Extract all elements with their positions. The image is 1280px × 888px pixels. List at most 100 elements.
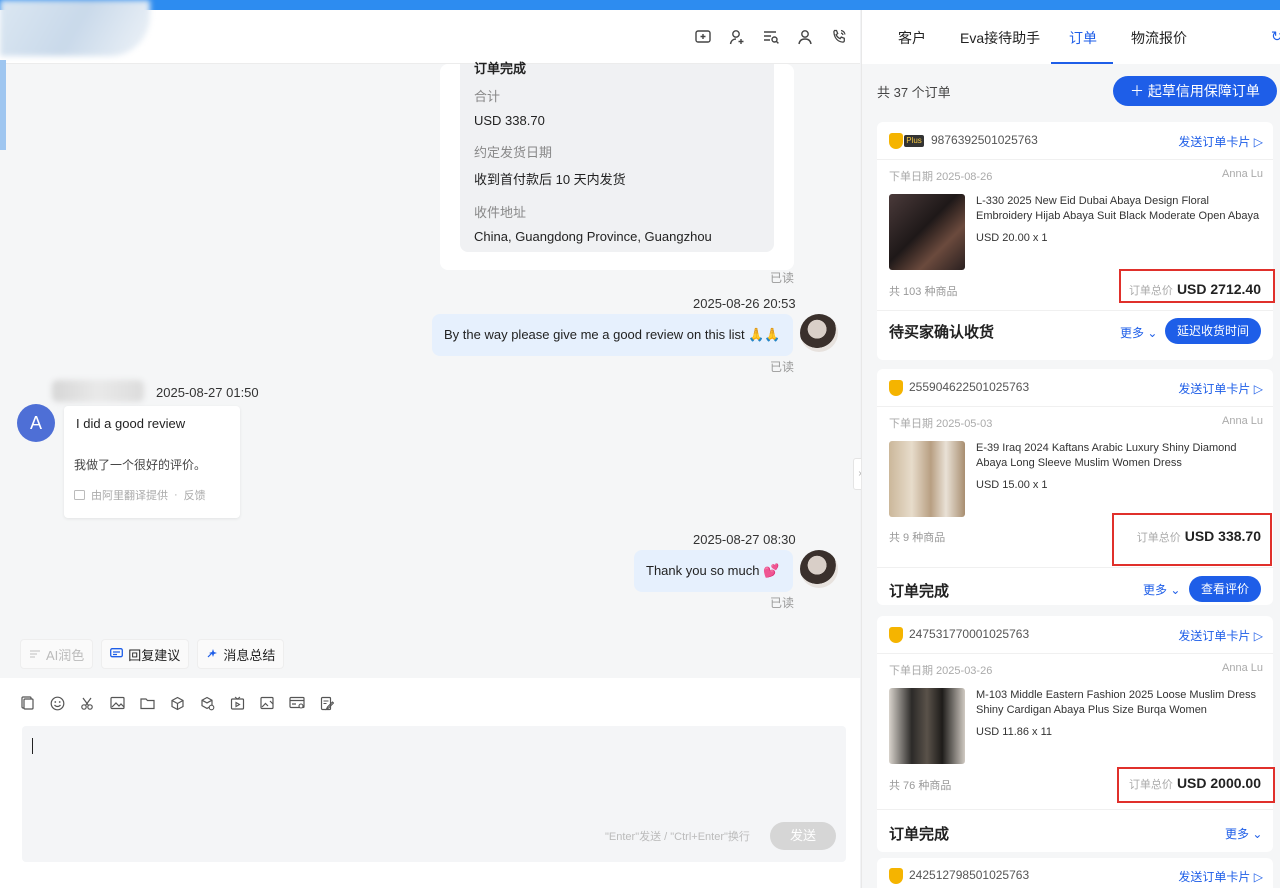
highlight-box	[1119, 269, 1275, 303]
panel-tabs: 客户 Eva接待助手 订单 物流报价 ↻	[862, 10, 1280, 64]
ai-polish-label: AI润色	[46, 647, 85, 663]
message-timestamp: 2025-08-27 08:30	[693, 532, 796, 547]
my-avatar	[800, 314, 838, 352]
incoming-message[interactable]: I did a good review 我做了一个很好的评价。 由阿里翻译提供 …	[64, 406, 240, 518]
add-note-icon[interactable]	[692, 26, 714, 48]
trade-assurance-badge-icon	[889, 133, 903, 149]
message-input[interactable]: "Enter"发送 / "Ctrl+Enter"换行 发送	[22, 726, 846, 862]
buyer-avatar[interactable]: A	[17, 404, 55, 442]
product-thumbnail[interactable]	[889, 194, 965, 270]
quick-reply-icon[interactable]	[18, 694, 36, 712]
sender-name-redacted	[52, 380, 144, 402]
product-thumbnail[interactable]	[889, 688, 965, 764]
order-id: 247531770001025763	[909, 627, 1030, 641]
feedback-link[interactable]: 反馈	[184, 487, 206, 503]
order-total-value: USD 338.70	[474, 113, 545, 128]
translated-text: 我做了一个很好的评价。	[74, 458, 207, 472]
order-date: 下单日期 2025-03-26	[889, 665, 993, 677]
chat-header-toolbar	[692, 26, 850, 48]
chat-pane: 订单完成 合计 USD 338.70 约定发货日期 收到首付款后 10 天内发货…	[0, 10, 860, 888]
tab-orders[interactable]: 订单	[1069, 28, 1097, 48]
folder-icon[interactable]	[138, 694, 156, 712]
highlight-box	[1112, 513, 1272, 566]
order-card-divider	[877, 567, 1273, 568]
contact-profile-icon[interactable]	[794, 26, 816, 48]
translate-icon	[74, 490, 85, 500]
send-order-card-link[interactable]: 发送订单卡片 ▷	[1178, 627, 1263, 644]
add-contact-icon[interactable]	[726, 26, 748, 48]
product-name[interactable]: M-103 Middle Eastern Fashion 2025 Loose …	[976, 688, 1268, 718]
message-composer: "Enter"发送 / "Ctrl+Enter"换行 发送	[0, 678, 860, 888]
message-timestamp: 2025-08-27 01:50	[156, 385, 259, 400]
outgoing-message[interactable]: By the way please give me a good review …	[432, 314, 793, 356]
screenshot-scissors-icon[interactable]	[78, 694, 96, 712]
refresh-icon[interactable]: ↻	[1271, 28, 1280, 45]
my-avatar	[800, 550, 838, 588]
order-card-divider	[877, 809, 1273, 810]
trade-assurance-badge-icon	[889, 380, 903, 396]
left-window-edge	[0, 60, 6, 150]
more-dropdown[interactable]: 更多 ⌄	[1225, 825, 1262, 842]
tab-customer[interactable]: 客户	[898, 28, 926, 48]
send-order-card-link[interactable]: 发送订单卡片 ▷	[1178, 868, 1263, 885]
image-edit-icon[interactable]	[258, 694, 276, 712]
order-id: 242512798501025763	[909, 868, 1030, 882]
tab-eva-assistant[interactable]: Eva接待助手	[960, 28, 1040, 48]
send-order-card-link[interactable]: 发送订单卡片 ▷	[1178, 380, 1263, 397]
view-review-button[interactable]: 查看评价	[1188, 576, 1261, 602]
text-caret	[32, 738, 33, 754]
order-box-icon[interactable]	[198, 694, 216, 712]
send-button[interactable]: 发送	[770, 822, 836, 850]
order-card-header: 255904622501025763 发送订单卡片 ▷	[877, 369, 1273, 407]
item-count: 共 76 种商品	[889, 780, 952, 792]
card-icon[interactable]	[288, 694, 306, 712]
order-card[interactable]: 255904622501025763 发送订单卡片 ▷ 下单日期 2025-05…	[877, 369, 1273, 605]
note-edit-icon[interactable]	[318, 694, 336, 712]
product-thumbnail[interactable]	[889, 441, 965, 517]
product-box-icon[interactable]	[168, 694, 186, 712]
order-card-details: 订单完成 合计 USD 338.70 约定发货日期 收到首付款后 10 天内发货…	[460, 61, 774, 252]
emoji-icon[interactable]	[48, 694, 66, 712]
video-icon[interactable]	[228, 694, 246, 712]
order-card[interactable]: Plus 9876392501025763 发送订单卡片 ▷ 下单日期 2025…	[877, 122, 1275, 360]
reply-suggestion-button[interactable]: 回复建议	[101, 639, 190, 669]
item-count: 共 103 种商品	[889, 286, 958, 298]
incoming-message-text: I did a good review	[76, 416, 186, 431]
order-date: 下单日期 2025-08-26	[889, 171, 993, 183]
order-total-label: 合计	[474, 89, 501, 104]
product-price-qty: USD 20.00 x 1	[976, 232, 1048, 244]
order-message-card[interactable]: 订单完成 合计 USD 338.70 约定发货日期 收到首付款后 10 天内发货…	[440, 61, 794, 270]
sparkle-icon	[207, 649, 218, 658]
product-name[interactable]: L-330 2025 New Eid Dubai Abaya Design Fl…	[976, 194, 1268, 224]
outgoing-message[interactable]: Thank you so much 💕	[634, 550, 793, 592]
tab-logistics-quote[interactable]: 物流报价	[1131, 28, 1187, 48]
product-name[interactable]: E-39 Iraq 2024 Kaftans Arabic Luxury Shi…	[976, 441, 1268, 471]
active-tab-indicator	[1051, 62, 1113, 64]
image-icon[interactable]	[108, 694, 126, 712]
order-card-status: 订单完成	[474, 61, 527, 76]
order-status: 订单完成	[889, 826, 950, 843]
more-dropdown[interactable]: 更多 ⌄	[1143, 581, 1180, 598]
order-card[interactable]: 247531770001025763 发送订单卡片 ▷ 下单日期 2025-03…	[877, 616, 1275, 852]
send-order-card-link[interactable]: 发送订单卡片 ▷	[1178, 133, 1263, 150]
phone-call-icon[interactable]	[828, 26, 850, 48]
extend-receipt-time-button[interactable]: 延迟收货时间	[1164, 318, 1261, 344]
polish-icon	[30, 650, 40, 658]
message-summary-button[interactable]: 消息总结	[197, 639, 285, 669]
composer-toolbar	[18, 694, 336, 712]
order-id: 9876392501025763	[931, 133, 1038, 147]
address-value: China, Guangdong Province, Guangzhou	[474, 229, 712, 244]
message-summary-label: 消息总结	[223, 647, 276, 663]
more-dropdown[interactable]: 更多 ⌄	[1120, 324, 1157, 341]
highlight-box	[1117, 767, 1275, 803]
search-history-icon[interactable]	[760, 26, 782, 48]
dot-separator: ·	[174, 489, 178, 501]
create-trade-assurance-order-button[interactable]: ＋ 起草信用保障订单	[1113, 76, 1277, 106]
order-card[interactable]: 242512798501025763 发送订单卡片 ▷	[877, 858, 1273, 888]
plus-badge: Plus	[904, 135, 924, 147]
ai-polish-button[interactable]: AI润色	[20, 639, 94, 669]
input-hint: "Enter"发送 / "Ctrl+Enter"换行	[605, 831, 750, 843]
translation-footer: 由阿里翻译提供 · 反馈	[74, 487, 206, 503]
trade-assurance-badge-icon	[889, 868, 903, 884]
order-status: 待买家确认收货	[889, 324, 995, 341]
